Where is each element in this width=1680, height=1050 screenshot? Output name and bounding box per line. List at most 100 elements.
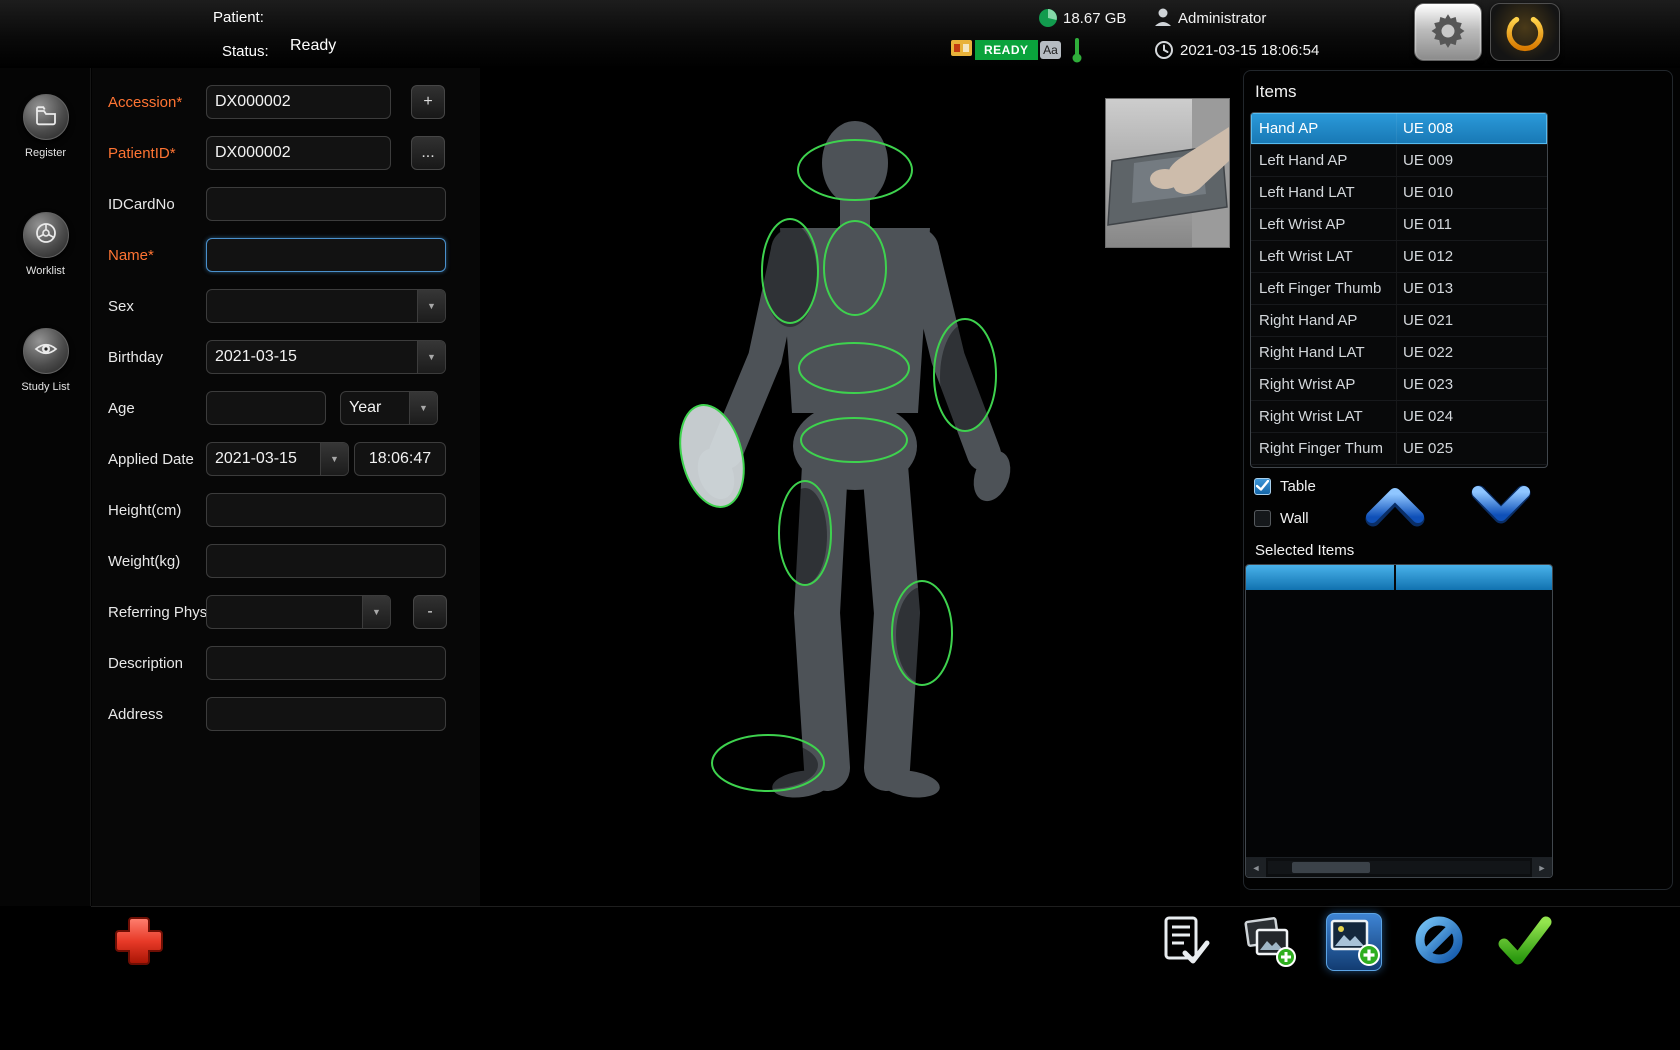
- chevron-down-icon[interactable]: ▼: [417, 341, 445, 373]
- accession-input[interactable]: [206, 85, 391, 119]
- add-patient-button[interactable]: [111, 913, 167, 969]
- patient-id-label: PatientID*: [108, 145, 206, 162]
- weight-label: Weight(kg): [108, 553, 206, 570]
- item-code: UE 021: [1396, 305, 1547, 336]
- items-list-row[interactable]: Right Wrist LAT UE 024: [1251, 401, 1547, 433]
- status-value: Ready: [290, 37, 336, 55]
- power-icon: [1504, 8, 1546, 57]
- sex-label: Sex: [108, 298, 206, 315]
- applied-date-value: 2021-03-15: [207, 443, 320, 475]
- scrollbar-track[interactable]: [1268, 861, 1530, 874]
- idcard-label: IDCardNo: [108, 196, 206, 213]
- detector-icon: [951, 40, 972, 61]
- exam-list-button[interactable]: [1156, 913, 1212, 971]
- age-label: Age: [108, 400, 206, 417]
- item-name: Right Wrist LAT: [1251, 408, 1396, 425]
- patient-id-browse-button[interactable]: ...: [411, 136, 445, 170]
- storage-value: 18.67 GB: [1063, 10, 1126, 27]
- thermometer-icon: [1072, 37, 1082, 68]
- birthday-select[interactable]: 2021-03-15 ▼: [206, 340, 446, 374]
- bottom-toolbar: [91, 906, 1680, 1050]
- font-size-badge[interactable]: Aa: [1040, 41, 1061, 59]
- items-title: Items: [1255, 82, 1297, 102]
- applied-date-select[interactable]: 2021-03-15 ▼: [206, 442, 349, 476]
- scrollbar-thumb[interactable]: [1292, 862, 1370, 873]
- table-checkbox-row[interactable]: Table: [1254, 478, 1316, 495]
- checklist-icon: [1157, 913, 1211, 972]
- items-list-row[interactable]: Right Hand LAT UE 022: [1251, 337, 1547, 369]
- worklist-icon: [34, 221, 58, 250]
- wall-checkbox[interactable]: [1254, 510, 1271, 527]
- move-up-button[interactable]: [1362, 482, 1428, 528]
- procedure-panel: Items Hand AP UE 008 Left Hand AP UE 009…: [1240, 68, 1680, 906]
- items-list-row[interactable]: Left Hand AP UE 009: [1251, 145, 1547, 177]
- items-list-row[interactable]: Right Wrist AP UE 023: [1251, 369, 1547, 401]
- datetime-value: 2021-03-15 18:06:54: [1180, 42, 1319, 59]
- referring-value: [207, 596, 362, 628]
- idcard-input[interactable]: [206, 187, 446, 221]
- sex-select[interactable]: ▼: [206, 289, 446, 323]
- item-name: Left Wrist AP: [1251, 216, 1396, 233]
- item-name: Left Finger Thumb: [1251, 280, 1396, 297]
- dr-console-window: Patient: Status: Ready 18.67 GB Administ…: [0, 0, 1680, 1050]
- items-list[interactable]: Hand AP UE 008 Left Hand AP UE 009 Left …: [1250, 112, 1548, 468]
- register-icon: [34, 103, 58, 132]
- add-image-button-active[interactable]: [1326, 913, 1382, 971]
- selected-items-list[interactable]: ◄ ►: [1245, 564, 1553, 878]
- chevron-down-icon[interactable]: ▼: [320, 443, 348, 475]
- item-name: Right Wrist AP: [1251, 376, 1396, 393]
- chevron-down-icon[interactable]: ▼: [362, 596, 390, 628]
- cancel-button[interactable]: [1411, 913, 1467, 971]
- items-list-row[interactable]: Left Wrist AP UE 011: [1251, 209, 1547, 241]
- body-part-selector: [480, 68, 1240, 906]
- applied-time-value: 18:06:47: [354, 442, 446, 476]
- accession-add-button[interactable]: +: [411, 85, 445, 119]
- age-unit-value: Year: [341, 392, 409, 424]
- selected-items-body: [1246, 590, 1552, 857]
- patient-form: Accession* + PatientID* ... IDCardNo Nam…: [92, 68, 480, 906]
- power-button[interactable]: [1490, 3, 1560, 61]
- study-list-eye-icon: [34, 337, 58, 366]
- name-input[interactable]: [206, 238, 446, 272]
- item-code: UE 024: [1396, 401, 1547, 432]
- items-list-row[interactable]: Right Finger Thum UE 025: [1251, 433, 1547, 465]
- description-input[interactable]: [206, 646, 446, 680]
- age-input[interactable]: [206, 391, 326, 425]
- scroll-right-button[interactable]: ►: [1532, 858, 1552, 878]
- clock-icon: [1154, 40, 1174, 65]
- table-checkbox[interactable]: [1254, 478, 1271, 495]
- patient-id-input[interactable]: [206, 136, 391, 170]
- sidebar-item-study-list[interactable]: Study List: [0, 328, 91, 393]
- referring-select[interactable]: ▼: [206, 595, 391, 629]
- confirm-button[interactable]: [1496, 913, 1552, 971]
- status-label: Status:: [222, 43, 269, 60]
- weight-input[interactable]: [206, 544, 446, 578]
- scroll-left-button[interactable]: ◄: [1246, 858, 1266, 878]
- add-images-button[interactable]: [1241, 913, 1297, 971]
- move-down-button[interactable]: [1468, 482, 1534, 528]
- address-label: Address: [108, 706, 206, 723]
- referring-remove-button[interactable]: -: [413, 595, 447, 629]
- image-add-icon: [1327, 913, 1381, 972]
- position-guide-thumbnail[interactable]: [1105, 98, 1230, 248]
- items-list-row[interactable]: Right Hand AP UE 021: [1251, 305, 1547, 337]
- red-cross-add-icon: [111, 956, 167, 973]
- settings-button[interactable]: [1414, 3, 1482, 61]
- sidebar-label-worklist: Worklist: [0, 265, 91, 277]
- sidebar-item-worklist[interactable]: Worklist: [0, 212, 91, 277]
- chevron-down-icon[interactable]: ▼: [409, 392, 437, 424]
- wall-checkbox-row[interactable]: Wall: [1254, 510, 1309, 527]
- selected-items-scrollbar[interactable]: ◄ ►: [1246, 857, 1552, 877]
- items-list-row[interactable]: Left Wrist LAT UE 012: [1251, 241, 1547, 273]
- age-unit-select[interactable]: Year ▼: [340, 391, 438, 425]
- items-list-row[interactable]: Left Hand LAT UE 010: [1251, 177, 1547, 209]
- selected-items-label: Selected Items: [1255, 542, 1354, 559]
- items-list-row[interactable]: Left Finger Thumb UE 013: [1251, 273, 1547, 305]
- user-icon: [1154, 7, 1172, 32]
- height-input[interactable]: [206, 493, 446, 527]
- items-list-row[interactable]: Hand AP UE 008: [1251, 113, 1547, 145]
- sidebar-item-register[interactable]: Register: [0, 94, 91, 159]
- chevron-down-icon[interactable]: ▼: [417, 290, 445, 322]
- nav-sidebar: Register Worklist Study List: [0, 68, 91, 906]
- address-input[interactable]: [206, 697, 446, 731]
